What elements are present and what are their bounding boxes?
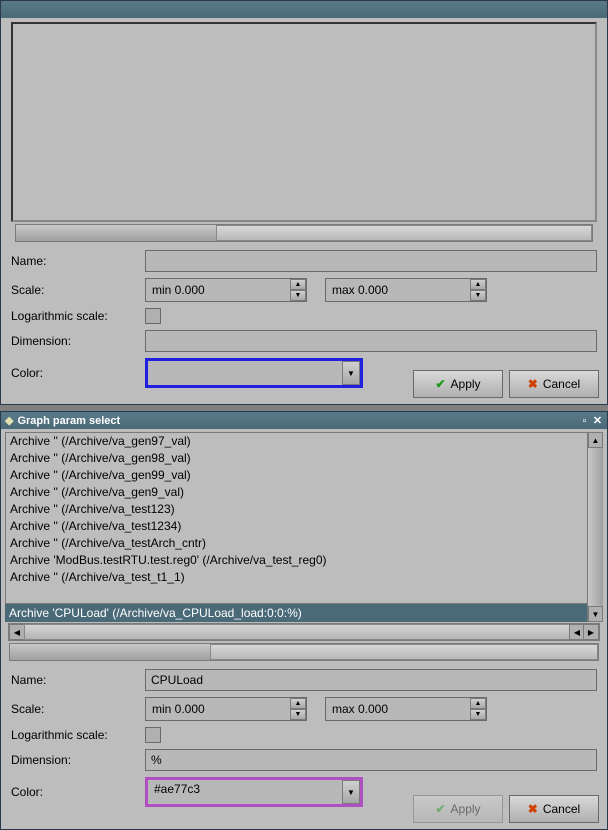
spin-down-icon[interactable]: ▼ [470,709,486,720]
window-icon: ◆ [5,414,13,427]
list-item[interactable]: Archive '' (/Archive/va_gen97_val) [10,433,599,450]
check-icon: ✔ [435,377,445,391]
name-input[interactable] [145,250,597,272]
apply-button[interactable]: ✔Apply [413,795,503,823]
list-item[interactable]: Archive '' (/Archive/va_gen99_val) [10,467,599,484]
scrollbar-v[interactable]: ▲ ▼ [587,432,603,622]
chevron-down-icon[interactable]: ▼ [342,361,360,385]
x-icon: ✖ [528,377,538,391]
list-item-selected[interactable]: Archive 'CPULoad' (/Archive/va_CPULoad_l… [5,604,603,622]
spin-up-icon[interactable]: ▲ [470,698,486,709]
maximize-icon[interactable]: ▫ [579,415,590,426]
cancel-button[interactable]: ✖Cancel [509,795,599,823]
log-checkbox[interactable] [145,727,161,743]
list-item[interactable]: Archive '' (/Archive/va_testArch_cntr) [10,535,599,552]
log-label: Logarithmic scale: [11,309,145,323]
log-checkbox[interactable] [145,308,161,324]
scale-max-spinner[interactable]: max 0.000 ▲▼ [325,278,487,302]
scale-label: Scale: [11,283,145,297]
spin-down-icon[interactable]: ▼ [290,709,306,720]
dialog-top: Name: Scale: min 0.000 ▲▼ max 0.000 ▲▼ L… [0,0,608,405]
list-empty[interactable] [11,22,597,222]
color-label: Color: [11,366,145,380]
spin-up-icon[interactable]: ▲ [290,279,306,290]
list-item[interactable]: Archive '' (/Archive/va_gen9_val) [10,484,599,501]
x-icon: ✖ [528,802,538,816]
scroll-left-icon[interactable]: ◀ [9,624,25,640]
spin-up-icon[interactable]: ▲ [470,279,486,290]
list-item[interactable]: Archive '' (/Archive/va_test_t1_1) [10,569,599,586]
spin-down-icon[interactable]: ▼ [290,290,306,301]
window-title: Graph param select [17,415,120,427]
name-label: Name: [11,673,145,687]
list-item[interactable]: Archive '' (/Archive/va_test123) [10,501,599,518]
scroll-right-icon[interactable]: ▶ [583,624,599,640]
spin-up-icon[interactable]: ▲ [290,698,306,709]
color-combo[interactable]: ▼ [145,358,363,388]
color-label: Color: [11,785,145,799]
scale-min-spinner[interactable]: min 0.000 ▲▼ [145,697,307,721]
scrollbar-h2[interactable] [9,643,599,661]
chevron-down-icon[interactable]: ▼ [342,780,360,804]
dim-input[interactable] [145,330,597,352]
check-icon: ✔ [435,802,445,816]
dialog-bottom: ◆ Graph param select ▫ ✕ Archive '' (/Ar… [0,411,608,830]
list-item[interactable]: Archive '' (/Archive/va_test1234) [10,518,599,535]
list-item[interactable]: Archive '' (/Archive/va_gen98_val) [10,450,599,467]
name-input[interactable]: CPULoad [145,669,597,691]
scroll-down-icon[interactable]: ▼ [588,606,603,622]
spin-down-icon[interactable]: ▼ [470,290,486,301]
dim-input[interactable]: % [145,749,597,771]
close-icon[interactable]: ✕ [592,415,603,426]
log-label: Logarithmic scale: [11,728,145,742]
scale-min-spinner[interactable]: min 0.000 ▲▼ [145,278,307,302]
name-label: Name: [11,254,145,268]
scroll-up-icon[interactable]: ▲ [588,432,603,448]
list-item[interactable]: Archive 'ModBus.testRTU.test.reg0' (/Arc… [10,552,599,569]
titlebar[interactable]: ◆ Graph param select ▫ ✕ [1,412,607,429]
dim-label: Dimension: [11,753,145,767]
cancel-button[interactable]: ✖Cancel [509,370,599,398]
dim-label: Dimension: [11,334,145,348]
scrollbar-h[interactable] [15,224,593,242]
scale-label: Scale: [11,702,145,716]
scrollbar-h[interactable]: ◀ ◀ ▶ [8,623,600,641]
archive-list[interactable]: Archive '' (/Archive/va_gen97_val)Archiv… [5,432,603,622]
apply-button[interactable]: ✔Apply [413,370,503,398]
titlebar[interactable] [1,1,607,18]
color-combo[interactable]: #ae77c3 ▼ [145,777,363,807]
scale-max-spinner[interactable]: max 0.000 ▲▼ [325,697,487,721]
